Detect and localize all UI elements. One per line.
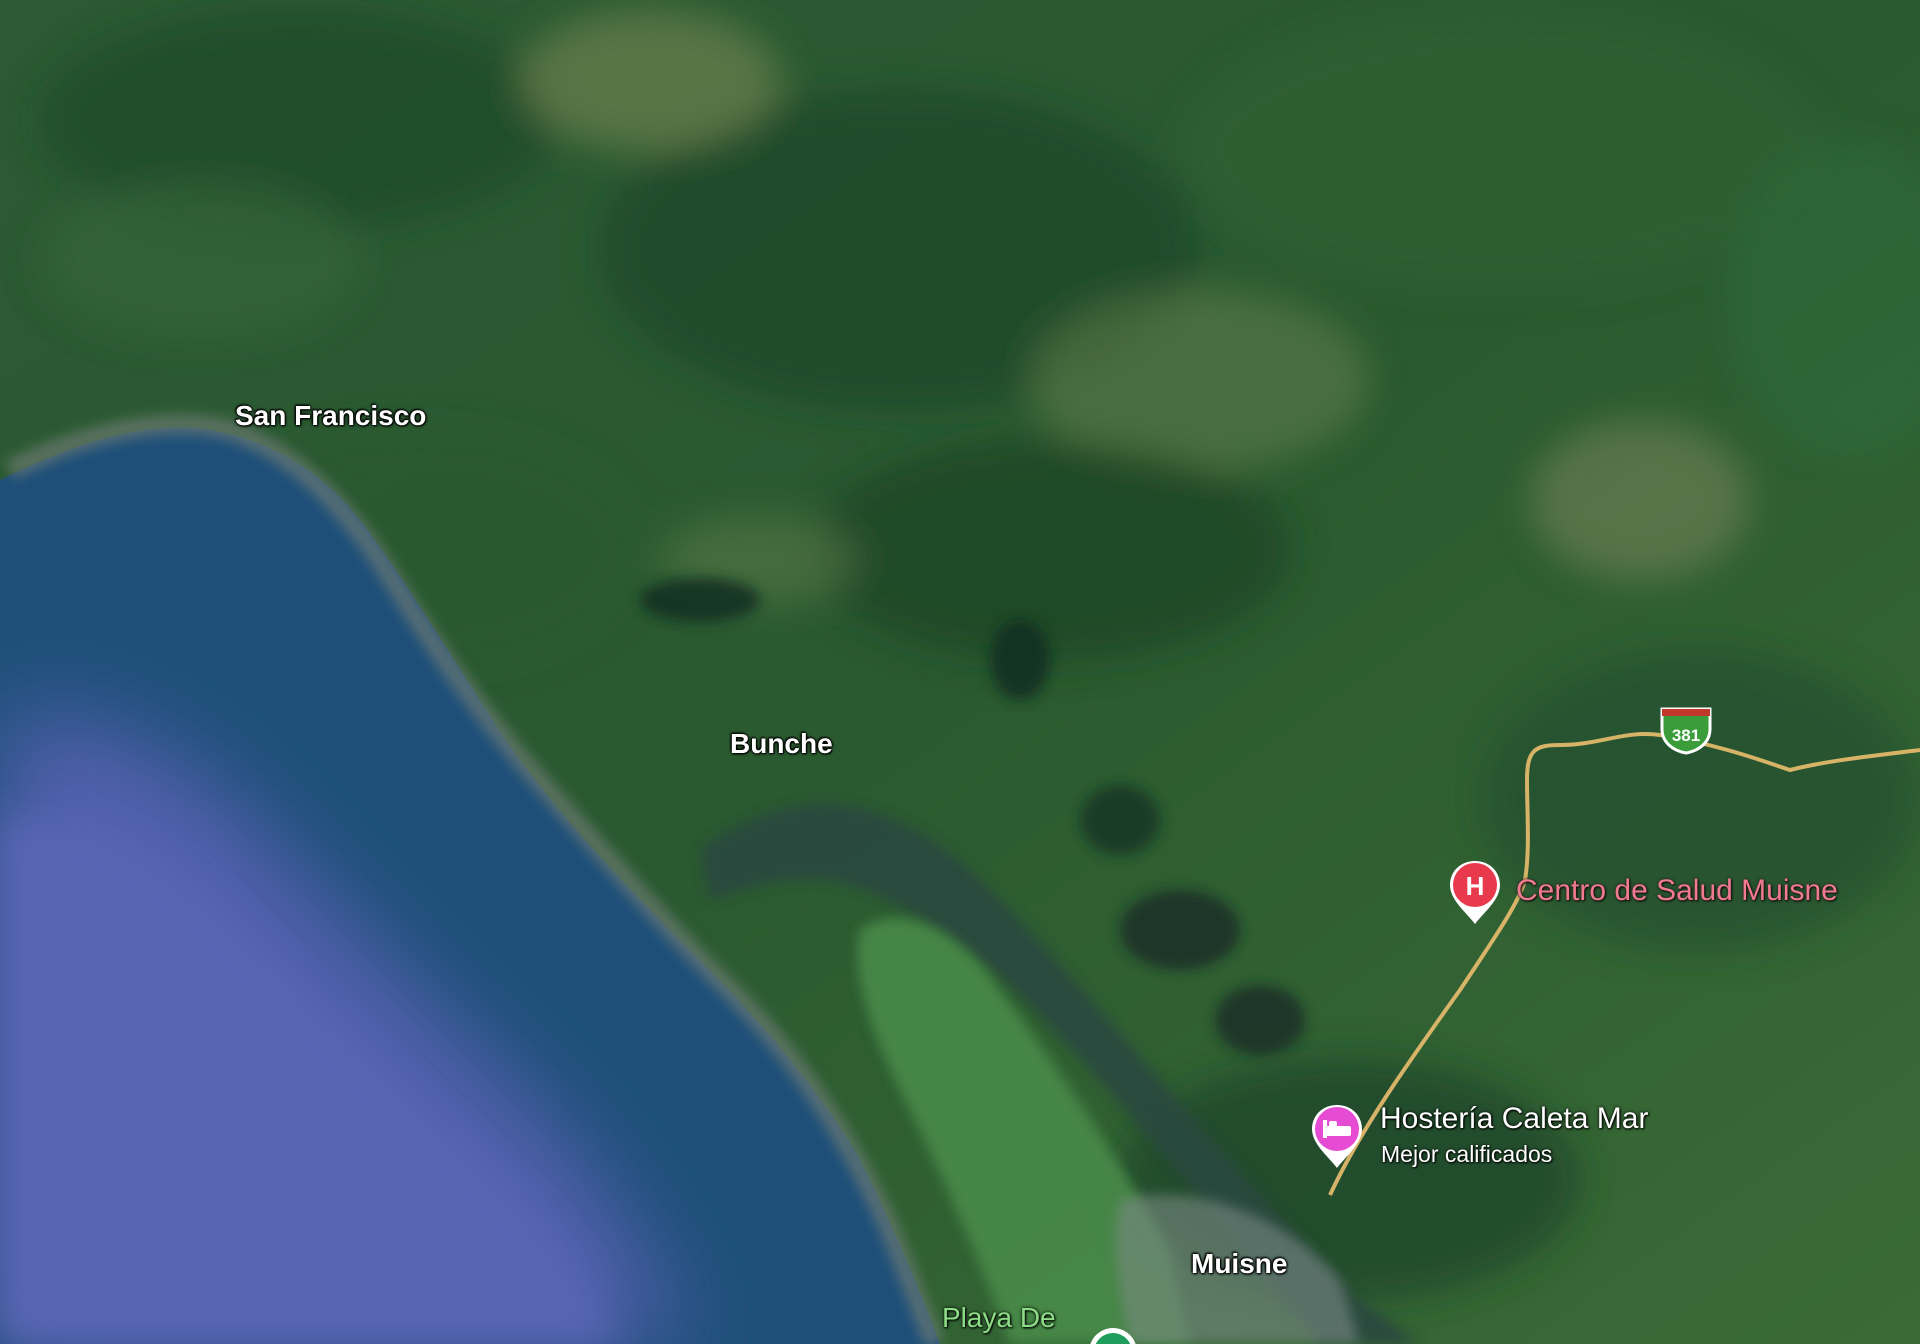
highway-shield-icon[interactable]: 381 (1658, 703, 1714, 755)
place-playa[interactable]: Playa De (942, 1302, 1056, 1334)
place-pin-icon (1090, 1328, 1136, 1344)
poi-hotel-label[interactable]: Hostería Caleta Mar (1380, 1102, 1648, 1136)
hotel-pin[interactable] (1308, 1102, 1366, 1170)
poi-hotel-subtitle: Mejor calificados (1381, 1141, 1553, 1167)
place-san-francisco[interactable]: San Francisco (235, 400, 426, 432)
partial-pin-green[interactable] (1087, 1326, 1139, 1344)
hospital-icon: H (1450, 861, 1500, 924)
hospital-pin[interactable]: H (1446, 858, 1504, 926)
hotel-bed-icon (1312, 1105, 1362, 1168)
svg-text:H: H (1466, 871, 1485, 901)
highway-number: 381 (1672, 726, 1700, 745)
place-muisne[interactable]: Muisne (1191, 1248, 1287, 1280)
poi-health-center-label[interactable]: Centro de Salud Muisne (1516, 874, 1838, 908)
satellite-map[interactable] (0, 0, 1920, 1344)
place-bunche[interactable]: Bunche (730, 728, 833, 760)
